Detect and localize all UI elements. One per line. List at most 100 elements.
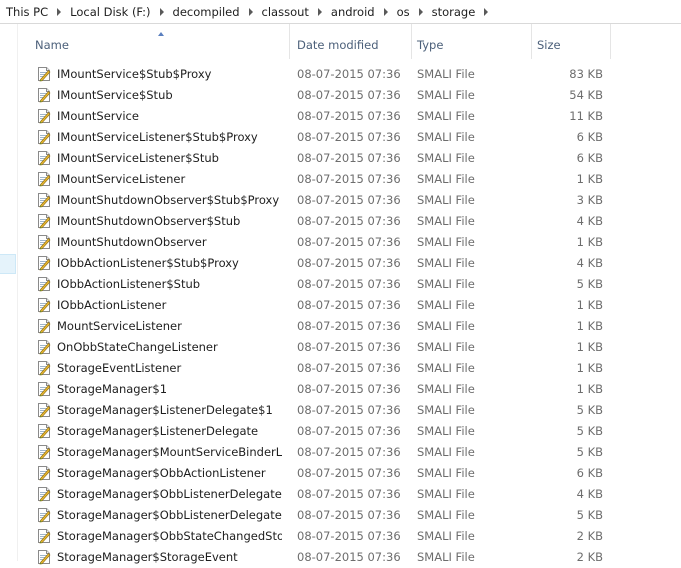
column-divider[interactable] — [411, 24, 412, 59]
file-row[interactable]: StorageManager$ListenerDelegate$1 08-07-2… — [18, 400, 681, 421]
file-name: StorageManager$MountServiceBinderLis... — [57, 445, 282, 459]
file-size: 6 KB — [576, 151, 603, 165]
file-type: SMALI File — [417, 466, 475, 480]
smali-file-icon — [38, 529, 51, 544]
sort-ascending-icon — [158, 32, 164, 36]
smali-file-icon — [38, 151, 51, 166]
smali-file-icon — [38, 193, 51, 208]
column-date-header[interactable]: Date modified — [297, 24, 412, 59]
file-row[interactable]: IMountShutdownObserver$Stub$Proxy 08-07-2… — [18, 190, 681, 211]
file-type: SMALI File — [417, 256, 475, 270]
column-type-header[interactable]: Type — [417, 24, 532, 59]
file-date: 08-07-2015 07:36 — [297, 67, 401, 81]
chevron-right-icon[interactable] — [57, 7, 62, 16]
smali-file-icon — [38, 403, 51, 418]
file-date: 08-07-2015 07:36 — [297, 508, 401, 522]
file-row[interactable]: IMountService$Stub$Proxy 08-07-2015 07:36… — [18, 64, 681, 85]
file-size: 5 KB — [576, 445, 603, 459]
file-row[interactable]: StorageEventListener 08-07-2015 07:36 SMAL… — [18, 358, 681, 379]
smali-file-icon — [38, 361, 51, 376]
file-size: 54 KB — [569, 88, 603, 102]
file-row[interactable]: StorageManager$StorageEvent 08-07-2015 07… — [18, 547, 681, 568]
column-divider[interactable] — [531, 24, 532, 59]
column-name-header[interactable]: Name — [35, 24, 290, 59]
file-type: SMALI File — [417, 319, 475, 333]
file-name: MountServiceListener — [57, 319, 182, 333]
file-row[interactable]: IMountShutdownObserver$Stub 08-07-2015 07… — [18, 211, 681, 232]
file-name: IMountService$Stub — [57, 88, 173, 102]
chevron-right-icon[interactable] — [317, 7, 322, 16]
file-row[interactable]: StorageManager$1 08-07-2015 07:36 SMALI Fi… — [18, 379, 681, 400]
file-date: 08-07-2015 07:36 — [297, 382, 401, 396]
breadcrumb-item[interactable]: android — [328, 5, 378, 19]
smali-file-icon — [38, 466, 51, 481]
breadcrumb-item[interactable]: storage — [429, 5, 479, 19]
column-date-label: Date modified — [297, 38, 379, 52]
file-date: 08-07-2015 07:36 — [297, 550, 401, 564]
file-date: 08-07-2015 07:36 — [297, 88, 401, 102]
smali-file-icon — [38, 340, 51, 355]
file-type: SMALI File — [417, 193, 475, 207]
file-size: 6 KB — [576, 130, 603, 144]
file-date: 08-07-2015 07:36 — [297, 277, 401, 291]
file-row[interactable]: IObbActionListener$Stub 08-07-2015 07:36 S… — [18, 274, 681, 295]
smali-file-icon — [38, 235, 51, 250]
file-row[interactable]: IObbActionListener$Stub$Proxy 08-07-2015 … — [18, 253, 681, 274]
smali-file-icon — [38, 109, 51, 124]
column-divider[interactable] — [289, 24, 290, 59]
file-row[interactable]: MountServiceListener 08-07-2015 07:36 SMAL… — [18, 316, 681, 337]
file-row[interactable]: IMountService 08-07-2015 07:36 SMALI File 1… — [18, 106, 681, 127]
chevron-right-icon[interactable] — [159, 7, 164, 16]
breadcrumb-item[interactable]: classout — [259, 5, 312, 19]
smali-file-icon — [38, 424, 51, 439]
column-divider[interactable] — [610, 24, 611, 59]
navigation-selected-item[interactable] — [0, 254, 16, 274]
file-type: SMALI File — [417, 361, 475, 375]
navigation-pane[interactable] — [0, 24, 17, 561]
file-date: 08-07-2015 07:36 — [297, 214, 401, 228]
file-list: IMountService$Stub$Proxy 08-07-2015 07:36… — [18, 64, 681, 568]
smali-file-icon — [38, 298, 51, 313]
smali-file-icon — [38, 172, 51, 187]
chevron-right-icon[interactable] — [418, 7, 423, 16]
file-date: 08-07-2015 07:36 — [297, 361, 401, 375]
column-size-label: Size — [537, 38, 561, 52]
column-header: Name Date modified Type Size — [18, 24, 681, 59]
chevron-right-icon[interactable] — [248, 7, 253, 16]
file-size: 5 KB — [576, 403, 603, 417]
file-date: 08-07-2015 07:36 — [297, 529, 401, 543]
file-row[interactable]: StorageManager$ListenerDelegate 08-07-201… — [18, 421, 681, 442]
smali-file-icon — [38, 487, 51, 502]
file-row[interactable]: IObbActionListener 08-07-2015 07:36 SMALI … — [18, 295, 681, 316]
file-type: SMALI File — [417, 277, 475, 291]
file-type: SMALI File — [417, 130, 475, 144]
file-date: 08-07-2015 07:36 — [297, 130, 401, 144]
file-type: SMALI File — [417, 340, 475, 354]
chevron-right-icon[interactable] — [484, 7, 489, 16]
file-row[interactable]: StorageManager$ObbStateChangedStora... 08… — [18, 526, 681, 547]
file-date: 08-07-2015 07:36 — [297, 340, 401, 354]
file-row[interactable]: IMountShutdownObserver 08-07-2015 07:36 SM… — [18, 232, 681, 253]
file-row[interactable]: OnObbStateChangeListener 08-07-2015 07:36… — [18, 337, 681, 358]
file-type: SMALI File — [417, 235, 475, 249]
file-size: 4 KB — [576, 256, 603, 270]
smali-file-icon — [38, 277, 51, 292]
file-row[interactable]: StorageManager$ObbListenerDelegate$1 08-0… — [18, 484, 681, 505]
file-row[interactable]: IMountServiceListener$Stub 08-07-2015 07:… — [18, 148, 681, 169]
file-name: IMountServiceListener$Stub — [57, 151, 219, 165]
file-row[interactable]: StorageManager$ObbListenerDelegate 08-07-… — [18, 505, 681, 526]
file-name: IObbActionListener — [57, 298, 167, 312]
smali-file-icon — [38, 508, 51, 523]
breadcrumb-item[interactable]: Local Disk (F:) — [67, 5, 153, 19]
file-name: IMountService — [57, 109, 139, 123]
file-row[interactable]: StorageManager$ObbActionListener 08-07-20… — [18, 463, 681, 484]
file-row[interactable]: IMountServiceListener$Stub$Proxy 08-07-20… — [18, 127, 681, 148]
chevron-right-icon[interactable] — [383, 7, 388, 16]
file-row[interactable]: StorageManager$MountServiceBinderLis... 0… — [18, 442, 681, 463]
column-size-header[interactable]: Size — [537, 24, 611, 59]
breadcrumb-item[interactable]: This PC — [0, 5, 51, 19]
file-row[interactable]: IMountServiceListener 08-07-2015 07:36 SMA… — [18, 169, 681, 190]
breadcrumb-item[interactable]: decompiled — [170, 5, 243, 19]
file-row[interactable]: IMountService$Stub 08-07-2015 07:36 SMALI … — [18, 85, 681, 106]
breadcrumb-item[interactable]: os — [394, 5, 413, 19]
